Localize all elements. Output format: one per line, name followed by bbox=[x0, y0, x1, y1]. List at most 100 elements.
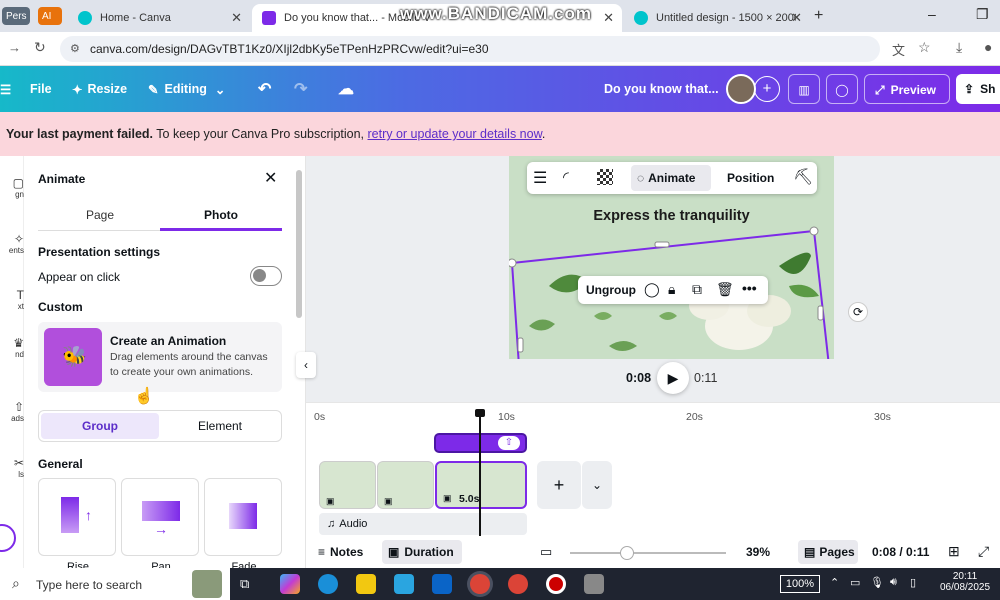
ungroup-button[interactable]: Ungroup bbox=[586, 283, 636, 297]
lock-icon[interactable]: 🔒︎ bbox=[668, 281, 675, 298]
download-icon[interactable]: ⤓ bbox=[956, 39, 962, 56]
playhead[interactable] bbox=[475, 409, 485, 537]
copilot-icon[interactable] bbox=[280, 574, 300, 594]
retry-payment-link[interactable]: retry or update your details now bbox=[368, 127, 542, 141]
effect-rise[interactable]: ↑ Rise bbox=[38, 478, 116, 573]
fullscreen-icon[interactable]: ⤢ bbox=[978, 543, 989, 560]
profile-icon[interactable]: ● bbox=[984, 39, 992, 55]
forward-icon[interactable]: → bbox=[8, 40, 21, 55]
taskbar-clock[interactable]: 20:11 06/08/2025 bbox=[940, 571, 990, 593]
appear-on-click-toggle[interactable] bbox=[250, 266, 282, 286]
chevron-up-icon[interactable]: ⌃ bbox=[830, 576, 839, 589]
chrome-profile-icon[interactable] bbox=[508, 574, 528, 594]
network-icon[interactable]: ▭ bbox=[850, 576, 860, 589]
nav-uploads[interactable]: ⇧ ads bbox=[0, 400, 24, 423]
app-icon[interactable] bbox=[584, 574, 604, 594]
volume-icon[interactable]: 🔊︎ bbox=[890, 576, 897, 589]
tab-home-canva[interactable]: Home - Canva ✕ bbox=[68, 4, 250, 32]
transparency-icon[interactable] bbox=[597, 169, 613, 185]
close-icon[interactable]: ✕ bbox=[603, 10, 614, 26]
chrome-icon[interactable] bbox=[470, 574, 490, 594]
resize-button[interactable]: ✦ Resize bbox=[72, 66, 127, 112]
playhead-handle[interactable] bbox=[475, 409, 485, 417]
taskbar-search[interactable]: ⌕ Type here to search bbox=[0, 568, 230, 600]
zoom-slider-thumb[interactable] bbox=[620, 546, 634, 560]
tab-photo[interactable]: Photo bbox=[204, 208, 238, 222]
battery-icon[interactable]: ▯ bbox=[910, 576, 916, 589]
editing-mode-button[interactable]: ✎ Editing ⌄ bbox=[148, 66, 225, 112]
rotate-icon[interactable]: ⟳ bbox=[848, 302, 868, 322]
grid-view-icon[interactable]: ⊞ bbox=[948, 543, 960, 560]
panel-scrollbar[interactable] bbox=[296, 170, 302, 318]
reload-icon[interactable]: ↻ bbox=[34, 39, 46, 56]
nav-text[interactable]: Txt bbox=[0, 288, 24, 311]
notes-button[interactable]: ≡ Notes bbox=[318, 545, 363, 559]
avatar[interactable] bbox=[726, 74, 756, 104]
restore-icon[interactable]: ❐ bbox=[976, 6, 989, 23]
add-page-button[interactable]: + bbox=[537, 461, 581, 509]
edge-icon[interactable] bbox=[318, 574, 338, 594]
nav-tools[interactable]: ✂ ls bbox=[0, 456, 24, 479]
tab-untitled-design[interactable]: Untitled design - 1500 × 2000p ✕ bbox=[624, 4, 810, 32]
tab-group-ai[interactable]: AI bbox=[38, 7, 62, 25]
zoom-slider[interactable] bbox=[570, 546, 726, 560]
close-icon[interactable]: ✕ bbox=[231, 10, 242, 26]
duplicate-icon[interactable]: ⧉ bbox=[692, 281, 702, 298]
nav-elements[interactable]: ✧ ents bbox=[0, 232, 24, 255]
url-input[interactable]: ⚙ canva.com/design/DAGvTBT1Kz0/XIjl2dbKy… bbox=[60, 36, 880, 62]
page-clip-3[interactable]: ▣ 5.0s bbox=[435, 461, 527, 509]
translate-icon[interactable]: 文 bbox=[892, 40, 905, 59]
create-animation-card[interactable]: 🐝 Create an Animation Drag elements arou… bbox=[38, 322, 282, 392]
corner-rounding-icon[interactable]: ◜ bbox=[563, 168, 569, 186]
page-clip-2[interactable]: ▣ bbox=[377, 461, 434, 509]
tab-group-pers[interactable]: Pers bbox=[2, 7, 30, 25]
preview-button[interactable]: ⤢ Preview bbox=[864, 74, 950, 104]
file-menu-button[interactable]: File bbox=[30, 66, 52, 112]
upload-icon[interactable]: ⇧ bbox=[498, 436, 520, 450]
play-button[interactable]: ▶ bbox=[657, 362, 689, 394]
tab-page[interactable]: Page bbox=[86, 208, 114, 222]
chevron-down-icon[interactable]: ⌄ bbox=[582, 461, 612, 509]
effect-pan[interactable]: → Pan bbox=[121, 478, 199, 573]
new-tab-icon[interactable]: + bbox=[814, 7, 823, 25]
align-icon[interactable]: ☰ bbox=[533, 168, 547, 188]
zoom-value[interactable]: 39% bbox=[746, 545, 770, 559]
audio-track[interactable]: ♫ Audio bbox=[319, 513, 527, 535]
menu-icon[interactable]: ☰ bbox=[0, 66, 11, 112]
cloud-saved-icon[interactable]: ☁ bbox=[338, 66, 354, 112]
bookmark-star-icon[interactable]: ☆ bbox=[918, 39, 931, 56]
comment-add-icon[interactable]: ◯ bbox=[644, 281, 660, 298]
task-view-icon[interactable]: ⧉ bbox=[240, 576, 249, 592]
copy-style-icon[interactable]: ⛏ bbox=[793, 167, 813, 187]
file-explorer-icon[interactable] bbox=[356, 574, 376, 594]
nav-brand[interactable]: ♛ nd bbox=[0, 336, 24, 359]
bandicam-icon[interactable] bbox=[546, 574, 566, 594]
page-clip-1[interactable]: ▣ bbox=[319, 461, 376, 509]
site-info-icon[interactable]: ⚙ bbox=[70, 36, 80, 62]
add-collaborator-button[interactable]: + bbox=[754, 76, 780, 102]
duration-button[interactable]: ▣ Duration bbox=[382, 540, 462, 564]
comment-icon[interactable]: ◯ bbox=[826, 74, 858, 104]
collapse-panel-button[interactable]: ‹ bbox=[296, 352, 316, 378]
apps-button[interactable] bbox=[0, 524, 16, 552]
segment-group[interactable]: Group bbox=[41, 413, 159, 439]
pages-button[interactable]: ▤ Pages bbox=[798, 540, 858, 564]
effect-fade[interactable]: Fade bbox=[204, 478, 282, 573]
outlook-icon[interactable] bbox=[432, 574, 452, 594]
design-title[interactable]: Do you know that... bbox=[604, 66, 719, 112]
close-icon[interactable]: ✕ bbox=[791, 10, 802, 26]
page-view-icon[interactable]: ▭ bbox=[540, 544, 552, 560]
position-button[interactable]: Position bbox=[727, 171, 774, 185]
share-button[interactable]: ⇪ Sh bbox=[956, 74, 1000, 104]
redo-icon[interactable]: ↷ bbox=[294, 66, 307, 112]
more-icon[interactable]: ••• bbox=[742, 280, 757, 296]
insights-icon[interactable]: ▥ bbox=[788, 74, 820, 104]
trash-icon[interactable]: 🗑︎ bbox=[716, 281, 734, 298]
undo-icon[interactable]: ↶ bbox=[258, 66, 271, 112]
minimize-icon[interactable]: – bbox=[928, 6, 936, 22]
store-icon[interactable] bbox=[394, 574, 414, 594]
segment-element[interactable]: Element bbox=[161, 413, 279, 439]
microphone-icon[interactable]: 🎙︎ bbox=[870, 576, 884, 589]
animate-button[interactable]: ◌ Animate bbox=[631, 165, 711, 191]
close-panel-icon[interactable]: ✕ bbox=[264, 168, 277, 188]
